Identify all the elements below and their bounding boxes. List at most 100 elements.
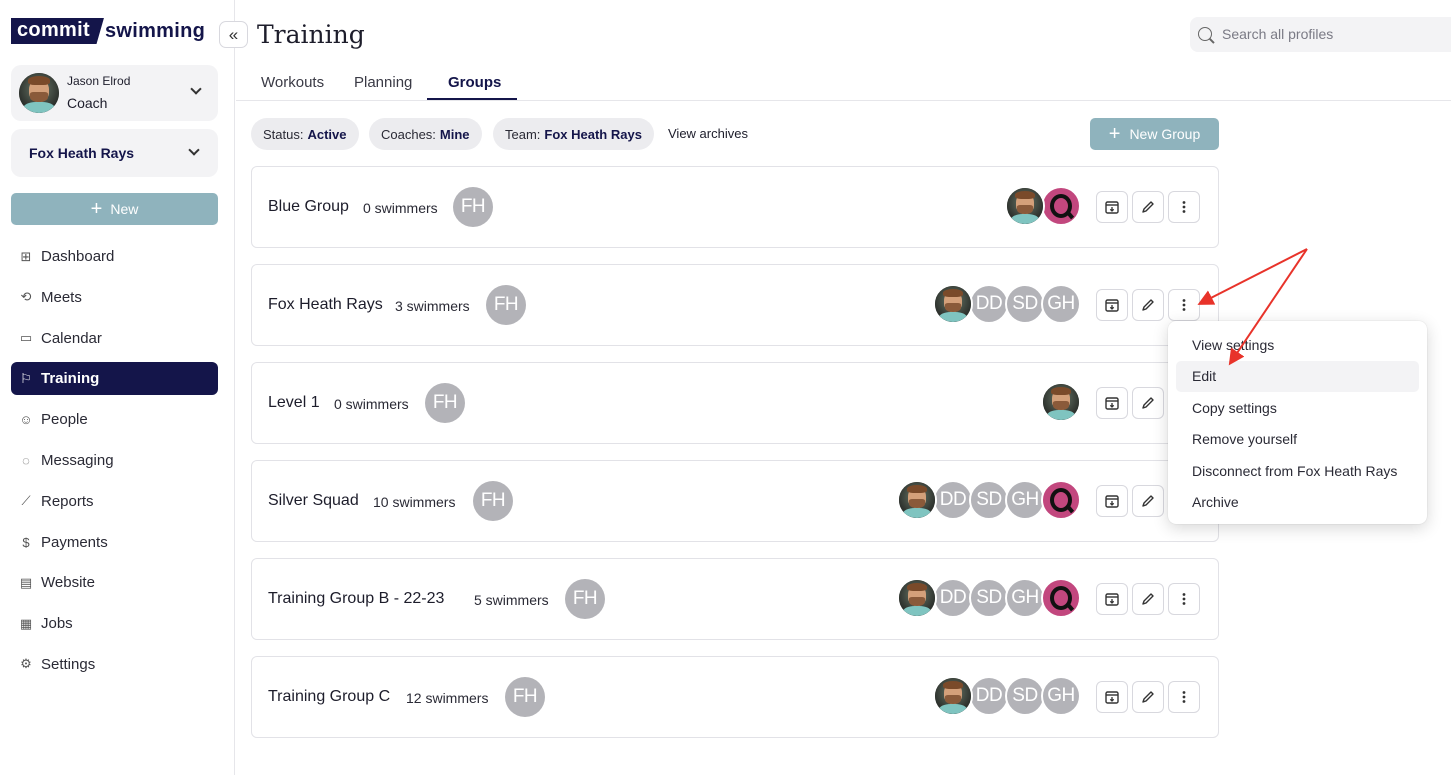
edit-button[interactable] — [1132, 191, 1164, 223]
more-options-button[interactable] — [1168, 289, 1200, 321]
coach-avatar-photo — [897, 578, 937, 618]
user-avatar — [19, 73, 59, 113]
filter-team[interactable]: Team: Fox Heath Rays — [493, 118, 654, 150]
team-badge: FH — [453, 187, 493, 227]
coach-avatar-initials: DD — [933, 578, 973, 618]
team-badge: FH — [486, 285, 526, 325]
sidebar-item-messaging[interactable]: ◌ Messaging — [11, 444, 218, 477]
group-name[interactable]: Blue Group — [268, 198, 349, 216]
coach-avatar-initials: GH — [1005, 480, 1045, 520]
group-name[interactable]: Training Group B - 22-23 — [268, 590, 444, 608]
archive-button[interactable] — [1096, 387, 1128, 419]
team-badge: FH — [565, 579, 605, 619]
swimmer-count: 0 swimmers — [334, 396, 409, 412]
group-name[interactable]: Training Group C — [268, 688, 390, 706]
menu-item-archive[interactable]: Archive — [1176, 487, 1419, 519]
sidebar: commit swimming Jason Elrod Coach Fox He… — [0, 0, 235, 775]
sidebar-item-reports[interactable]: ⟋ Reports — [11, 485, 218, 518]
more-options-button[interactable] — [1168, 191, 1200, 223]
reports-icon: ⟋ — [21, 493, 31, 509]
payments-icon: $ — [22, 534, 30, 550]
commit-swimming-logo[interactable]: commit swimming — [11, 18, 205, 44]
group-name[interactable]: Silver Squad — [268, 492, 359, 510]
website-icon: ▤ — [19, 574, 33, 590]
group-name[interactable]: Fox Heath Rays — [268, 296, 383, 314]
menu-item-copy-settings[interactable]: Copy settings — [1176, 392, 1419, 424]
menu-item-view-settings[interactable]: View settings — [1176, 329, 1419, 361]
coach-avatar-initials: DD — [969, 284, 1009, 324]
more-options-button[interactable] — [1168, 681, 1200, 713]
edit-button[interactable] — [1132, 387, 1164, 419]
new-group-button-label: New Group — [1129, 126, 1201, 142]
sidebar-item-people[interactable]: ☺ People — [11, 403, 218, 436]
filter-status[interactable]: Status: Active — [251, 118, 359, 150]
archive-button[interactable] — [1096, 583, 1128, 615]
sidebar-item-meets[interactable]: ⟲ Meets — [11, 281, 218, 314]
coach-avatars: DD SD GH — [897, 578, 1081, 618]
group-actions — [1096, 583, 1200, 615]
vertical-dots-icon — [1182, 201, 1186, 213]
sidebar-item-training[interactable]: ⚐ Training — [11, 362, 218, 396]
tab-workouts[interactable]: Workouts — [261, 74, 324, 91]
user-switcher[interactable]: Jason Elrod Coach — [11, 65, 218, 121]
edit-button[interactable] — [1132, 681, 1164, 713]
team-selector[interactable]: Fox Heath Rays — [11, 129, 218, 177]
sidebar-item-dashboard[interactable]: ⊞ Dashboard — [11, 240, 218, 273]
new-button-label: New — [110, 201, 139, 217]
double-chevron-left-icon: « — [228, 24, 239, 44]
group-card[interactable]: Blue Group 0 swimmers FH — [251, 166, 1219, 248]
group-card[interactable]: Level 1 0 swimmers FH — [251, 362, 1219, 444]
edit-button[interactable] — [1132, 583, 1164, 615]
coach-avatars: DD SD GH — [933, 284, 1081, 324]
jobs-icon: ▦ — [19, 615, 33, 631]
menu-item-edit[interactable]: Edit — [1176, 360, 1419, 392]
search-box[interactable] — [1190, 17, 1451, 52]
swimmer-count: 12 swimmers — [406, 690, 489, 706]
sidebar-item-website[interactable]: ▤ Website — [11, 566, 218, 599]
group-card[interactable]: Fox Heath Rays 3 swimmers FH DD SD GH — [251, 264, 1219, 346]
coach-avatar-photo — [1005, 186, 1045, 226]
new-button[interactable]: + New — [11, 193, 218, 225]
group-card[interactable]: Training Group B - 22-23 5 swimmers FH DD SD… — [251, 558, 1219, 640]
group-actions — [1096, 191, 1200, 223]
active-tab-indicator — [427, 98, 517, 100]
team-badge: FH — [505, 677, 545, 717]
menu-item-remove-yourself[interactable]: Remove yourself — [1176, 424, 1419, 456]
sidebar-item-payments[interactable]: $ Payments — [11, 526, 218, 559]
coach-avatar-photo — [933, 676, 973, 716]
group-card[interactable]: Training Group C 12 swimmers FH DD SD GH — [251, 656, 1219, 738]
view-archives-link[interactable]: View archives — [668, 126, 748, 141]
more-options-button[interactable] — [1168, 583, 1200, 615]
swimmer-count: 5 swimmers — [474, 592, 549, 608]
tab-planning[interactable]: Planning — [354, 74, 412, 91]
archive-box-icon — [1105, 201, 1119, 214]
chevron-down-icon — [190, 83, 202, 95]
filter-team-value: Fox Heath Rays — [544, 126, 642, 142]
team-badge: FH — [473, 481, 513, 521]
pencil-icon — [1142, 299, 1154, 311]
page-title: Training — [257, 20, 365, 49]
sidebar-item-settings[interactable]: ⚙ Settings — [11, 648, 218, 681]
new-group-button[interactable]: + New Group — [1090, 118, 1219, 150]
coach-avatars: DD SD GH — [933, 676, 1081, 716]
tab-groups[interactable]: Groups — [448, 74, 501, 91]
archive-button[interactable] — [1096, 191, 1128, 223]
swimmer-count: 3 swimmers — [395, 298, 470, 314]
sidebar-item-calendar[interactable]: ▭ Calendar — [11, 322, 218, 355]
sidebar-item-jobs[interactable]: ▦ Jobs — [11, 607, 218, 640]
group-card[interactable]: Silver Squad 10 swimmers FH DD SD GH — [251, 460, 1219, 542]
search-input[interactable] — [1222, 24, 1442, 44]
menu-item-disconnect-from-fox-heath-rays[interactable]: Disconnect from Fox Heath Rays — [1176, 455, 1419, 487]
edit-button[interactable] — [1132, 289, 1164, 321]
filter-coaches[interactable]: Coaches: Mine — [369, 118, 482, 150]
edit-button[interactable] — [1132, 485, 1164, 517]
archive-button[interactable] — [1096, 681, 1128, 713]
filter-coaches-value: Mine — [439, 126, 470, 142]
team-badge: FH — [425, 383, 465, 423]
group-name[interactable]: Level 1 — [268, 394, 320, 412]
archive-button[interactable] — [1096, 485, 1128, 517]
coach-avatar-initials: GH — [1041, 676, 1081, 716]
collapse-sidebar-button[interactable]: « — [219, 21, 248, 48]
archive-button[interactable] — [1096, 289, 1128, 321]
sidebar-item-label: Meets — [41, 288, 82, 306]
